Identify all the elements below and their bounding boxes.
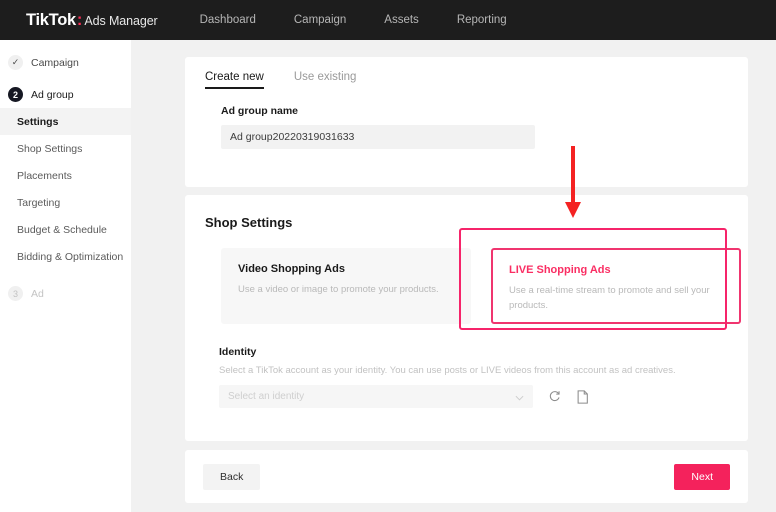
identity-description: Select a TikTok account as your identity… — [219, 365, 676, 376]
nav-item-reporting[interactable]: Reporting — [457, 14, 507, 26]
nav-item-assets[interactable]: Assets — [384, 14, 419, 26]
sidebar-step-ad-group-label: Ad group — [31, 88, 74, 101]
brand-subtitle: Ads Manager — [84, 13, 158, 28]
identity-label: Identity — [219, 346, 257, 358]
top-nav-items: Dashboard Campaign Assets Reporting — [200, 14, 507, 26]
option-video-shopping-ads-description: Use a video or image to promote your pro… — [238, 284, 439, 295]
create-mode-tabs: Create new Use existing — [185, 57, 748, 89]
sidebar-item-budget-schedule[interactable]: Budget & Schedule — [0, 216, 131, 243]
step-number-badge: 2 — [8, 87, 23, 102]
sidebar-step-ad[interactable]: 3 Ad — [0, 280, 131, 307]
option-live-shopping-ads-title: LIVE Shopping Ads — [509, 264, 611, 276]
shop-settings-title: Shop Settings — [205, 215, 293, 230]
new-document-icon[interactable] — [575, 389, 589, 404]
sidebar-step-campaign[interactable]: ✓ Campaign — [0, 49, 131, 76]
top-navigation-bar: TikTok : Ads Manager Dashboard Campaign … — [0, 0, 776, 40]
sidebar-item-placements[interactable]: Placements — [0, 162, 131, 189]
tiktok-ads-manager-app: TikTok : Ads Manager Dashboard Campaign … — [0, 0, 776, 512]
option-video-shopping-ads-title: Video Shopping Ads — [238, 263, 345, 275]
nav-item-dashboard[interactable]: Dashboard — [200, 14, 256, 26]
brand-logo[interactable]: TikTok : Ads Manager — [26, 11, 158, 30]
option-video-shopping-ads[interactable]: Video Shopping Ads Use a video or image … — [221, 248, 471, 324]
check-icon: ✓ — [8, 55, 23, 70]
ad-group-name-card: Create new Use existing Ad group name — [185, 57, 748, 187]
sidebar-item-shop-settings[interactable]: Shop Settings — [0, 135, 131, 162]
sidebar-step-ad-group[interactable]: 2 Ad group — [0, 81, 131, 108]
tab-create-new[interactable]: Create new — [205, 71, 264, 89]
refresh-icon[interactable] — [547, 390, 561, 404]
main-content: Create new Use existing Ad group name Sh… — [131, 40, 776, 512]
tab-use-existing[interactable]: Use existing — [294, 71, 357, 89]
sidebar-item-bidding-optimization[interactable]: Bidding & Optimization — [0, 243, 131, 270]
back-button[interactable]: Back — [203, 463, 261, 490]
shop-settings-card: Shop Settings Video Shopping Ads Use a v… — [185, 195, 748, 441]
ad-group-name-input[interactable] — [221, 125, 535, 149]
wizard-footer: Back Next — [185, 450, 748, 503]
ad-group-name-label: Ad group name — [221, 105, 299, 117]
option-live-shopping-ads-description: Use a real-time stream to promote and se… — [509, 285, 710, 311]
brand-dot-separator: : — [76, 10, 83, 29]
sidebar-step-ad-label: Ad — [31, 287, 44, 300]
sidebar-item-settings[interactable]: Settings — [0, 108, 131, 135]
sidebar-step-campaign-label: Campaign — [31, 56, 79, 69]
option-live-shopping-ads[interactable]: LIVE Shopping Ads Use a real-time stream… — [491, 248, 741, 324]
identity-select-placeholder: Select an identity — [228, 391, 305, 402]
nav-item-campaign[interactable]: Campaign — [294, 14, 346, 26]
chevron-down-icon — [515, 388, 524, 406]
step-number-badge-ad: 3 — [8, 286, 23, 301]
next-button[interactable]: Next — [674, 463, 730, 490]
shop-ad-type-options: Video Shopping Ads Use a video or image … — [221, 248, 748, 324]
identity-controls-row: Select an identity — [219, 385, 748, 408]
sidebar: ✓ Campaign 2 Ad group Settings Shop Sett… — [0, 40, 131, 512]
sidebar-item-targeting[interactable]: Targeting — [0, 189, 131, 216]
identity-select[interactable]: Select an identity — [219, 385, 533, 408]
brand-name: TikTok — [26, 10, 76, 29]
